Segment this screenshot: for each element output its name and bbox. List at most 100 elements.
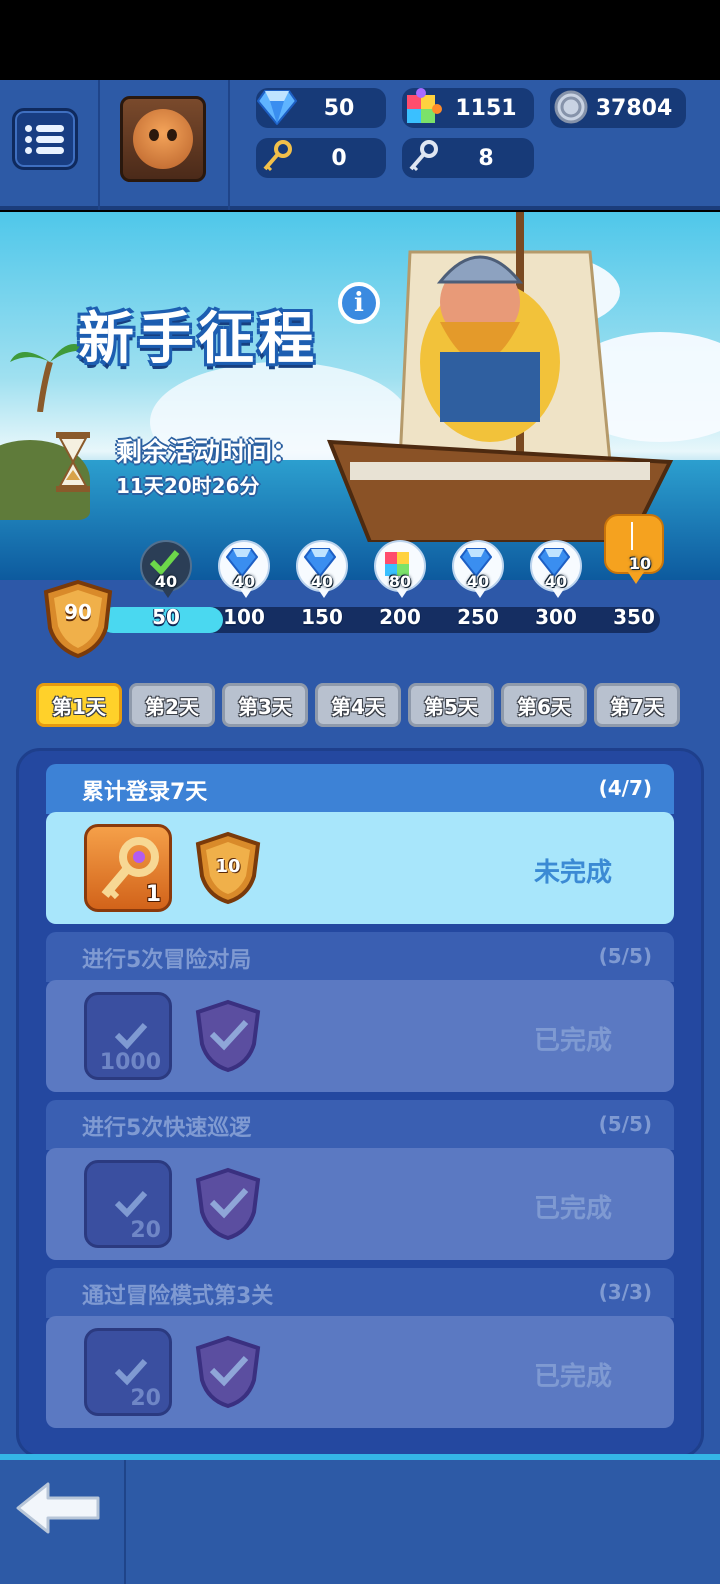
milestone-reward-diamond[interactable]: 40 bbox=[216, 540, 272, 604]
task-header: 进行5次快速巡逻 (5/5) bbox=[46, 1100, 674, 1150]
diamond-count: 50 bbox=[323, 95, 355, 121]
arrow-left-icon bbox=[16, 1482, 100, 1534]
reward-coin-claimed: 1000 bbox=[84, 992, 172, 1080]
milestone-reward-sword[interactable]: 10 bbox=[604, 514, 664, 604]
puzzle-counter[interactable]: 1151 bbox=[402, 88, 534, 128]
checkmark-icon bbox=[114, 1358, 148, 1386]
progress-tick-label: 150 bbox=[301, 605, 343, 629]
reward-quantity: 10 bbox=[215, 856, 241, 877]
milestone-reward-diamond[interactable]: 40 bbox=[450, 540, 506, 604]
tab-day-6[interactable]: 第6天 bbox=[501, 683, 587, 727]
reward-amount: 10 bbox=[628, 554, 652, 573]
list-icon bbox=[25, 121, 65, 158]
reward-amount: 80 bbox=[388, 572, 412, 591]
gold-key-counter[interactable]: 0 bbox=[256, 138, 386, 178]
progress-tick-label: 200 bbox=[379, 605, 421, 629]
time-remaining-label: 剩余活动时间： bbox=[116, 438, 299, 468]
points-value: 90 bbox=[64, 600, 92, 624]
divider bbox=[124, 1460, 126, 1584]
task-name: 通过冒险模式第3关 bbox=[82, 1284, 274, 1309]
puzzle-count: 1151 bbox=[455, 95, 517, 121]
coin-icon bbox=[548, 84, 594, 130]
gold-key-icon bbox=[254, 134, 300, 180]
shield-check-icon bbox=[195, 1335, 261, 1409]
reward-diamond-claimed: 20 bbox=[84, 1328, 172, 1416]
tab-day-5[interactable]: 第5天 bbox=[408, 683, 494, 727]
task-status: 已完成 bbox=[533, 1194, 612, 1224]
tab-day-3[interactable]: 第3天 bbox=[222, 683, 308, 727]
points-badge: 90 bbox=[40, 578, 116, 660]
task-progress: (4/7) bbox=[598, 776, 652, 800]
task-name: 进行5次快速巡逻 bbox=[82, 1116, 252, 1141]
reward-quantity: 20 bbox=[130, 1218, 161, 1243]
top-resource-bar: 50 1151 37804 0 8 bbox=[0, 80, 720, 210]
gold-key-icon bbox=[101, 837, 159, 900]
reward-points-claimed bbox=[192, 1334, 264, 1410]
task-item: 进行5次冒险对局 (5/5) 1000 已完成 bbox=[46, 932, 674, 1092]
reward-amount: 40 bbox=[232, 572, 256, 591]
info-icon[interactable]: i bbox=[338, 282, 380, 324]
divider bbox=[98, 80, 100, 210]
task-body: 1000 已完成 bbox=[46, 980, 674, 1092]
reward-gold-key[interactable]: 1 bbox=[84, 824, 172, 912]
silver-key-counter[interactable]: 8 bbox=[402, 138, 534, 178]
diamond-icon bbox=[254, 84, 300, 130]
tab-day-4[interactable]: 第4天 bbox=[315, 683, 401, 727]
squirrel-avatar-icon bbox=[133, 109, 193, 169]
event-title: 新手征程 bbox=[78, 307, 318, 372]
task-item: 进行5次快速巡逻 (5/5) 20 已完成 bbox=[46, 1100, 674, 1260]
milestone-reward-puzzle[interactable]: 80 bbox=[372, 540, 428, 604]
task-item: 通过冒险模式第3关 (3/3) 20 已完成 bbox=[46, 1268, 674, 1428]
reward-amount: 40 bbox=[310, 572, 334, 591]
progress-tick-label: 250 bbox=[457, 605, 499, 629]
shield-check-icon bbox=[195, 1167, 261, 1241]
sword-icon bbox=[631, 522, 633, 550]
reward-points[interactable]: 10 bbox=[192, 830, 264, 906]
task-progress: (3/3) bbox=[598, 1280, 652, 1304]
tab-day-1[interactable]: 第1天 bbox=[36, 683, 122, 727]
progress-tick-label: 100 bbox=[223, 605, 265, 629]
task-name: 累计登录7天 bbox=[82, 780, 208, 805]
reward-amount: 40 bbox=[544, 572, 568, 591]
reward-quantity: 1 bbox=[145, 882, 161, 907]
diamond-counter[interactable]: 50 bbox=[256, 88, 386, 128]
progress-tick-label: 50 bbox=[152, 605, 180, 629]
checkmark-icon bbox=[114, 1190, 148, 1218]
time-remaining-value: 11天20时26分 bbox=[116, 474, 260, 498]
avatar[interactable] bbox=[120, 96, 206, 182]
task-body: 20 已完成 bbox=[46, 1148, 674, 1260]
checkmark-icon bbox=[114, 1022, 148, 1050]
task-body: 20 已完成 bbox=[46, 1316, 674, 1428]
reward-diamond-claimed: 20 bbox=[84, 1160, 172, 1248]
puzzle-icon bbox=[400, 84, 446, 130]
shield-check-icon bbox=[195, 999, 261, 1073]
task-body: 1 10 未完成 bbox=[46, 812, 674, 924]
divider bbox=[228, 80, 230, 210]
reward-quantity: 1000 bbox=[99, 1050, 161, 1075]
menu-button[interactable] bbox=[12, 108, 78, 170]
progress-tick-label: 300 bbox=[535, 605, 577, 629]
milestone-reward-diamond[interactable]: 40 bbox=[528, 540, 584, 604]
milestone-reward-diamond[interactable]: 40 bbox=[138, 540, 194, 604]
reward-points-claimed bbox=[192, 1166, 264, 1242]
silver-key-icon bbox=[400, 134, 446, 180]
coin-counter[interactable]: 37804 bbox=[550, 88, 686, 128]
task-item: 累计登录7天 (4/7) 1 10 未完成 bbox=[46, 764, 674, 924]
task-header: 进行5次冒险对局 (5/5) bbox=[46, 932, 674, 982]
task-status: 已完成 bbox=[533, 1362, 612, 1392]
tab-day-7[interactable]: 第7天 bbox=[594, 683, 680, 727]
task-header: 通过冒险模式第3关 (3/3) bbox=[46, 1268, 674, 1318]
tab-day-2[interactable]: 第2天 bbox=[129, 683, 215, 727]
gold-key-count: 0 bbox=[331, 145, 347, 171]
hourglass-icon bbox=[56, 432, 90, 492]
status-bar bbox=[0, 0, 720, 80]
progress-tick-label: 350 bbox=[613, 605, 655, 629]
bottom-bar bbox=[0, 1454, 720, 1584]
reward-points-claimed bbox=[192, 998, 264, 1074]
milestone-reward-diamond[interactable]: 40 bbox=[294, 540, 350, 604]
silver-key-count: 8 bbox=[478, 145, 494, 171]
back-button[interactable] bbox=[14, 1480, 104, 1536]
task-header: 累计登录7天 (4/7) bbox=[46, 764, 674, 814]
reward-amount: 40 bbox=[466, 572, 490, 591]
coin-count: 37804 bbox=[595, 95, 673, 121]
